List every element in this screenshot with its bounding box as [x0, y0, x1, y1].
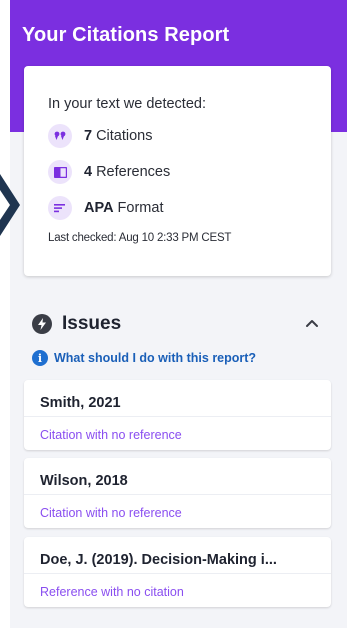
- stat-format: APA Format: [48, 196, 163, 220]
- chevron-up-icon[interactable]: [304, 316, 320, 330]
- lines-icon: [48, 196, 72, 220]
- stat-references: 4 References: [48, 160, 170, 184]
- citations-count: 7: [84, 128, 93, 144]
- issues-panel: Issues i What should I do with this repo…: [24, 292, 331, 620]
- collapse-arrow-icon[interactable]: [0, 168, 26, 242]
- issue-divider: [24, 573, 331, 574]
- format-name: APA: [84, 200, 114, 216]
- summary-intro: In your text we detected:: [48, 96, 206, 112]
- issues-title: Issues: [62, 313, 122, 334]
- issue-subtitle: Reference with no citation: [40, 585, 184, 599]
- report-title: Your Citations Report: [22, 24, 230, 46]
- issue-title: Smith, 2021: [40, 395, 121, 411]
- references-label: References: [96, 164, 171, 180]
- issue-title: Doe, J. (2019). Decision-Making i...: [40, 552, 277, 568]
- help-link-text[interactable]: What should I do with this report?: [54, 351, 256, 365]
- citations-label: Citations: [96, 128, 153, 144]
- info-icon: i: [32, 350, 48, 366]
- left-edge-strip: [0, 0, 10, 628]
- issue-subtitle: Citation with no reference: [40, 506, 182, 520]
- format-label: Format: [117, 200, 164, 216]
- book-icon: [48, 160, 72, 184]
- issue-subtitle: Citation with no reference: [40, 428, 182, 442]
- issue-divider: [24, 494, 331, 495]
- references-count: 4: [84, 164, 93, 180]
- summary-card: In your text we detected: 7 Citations 4 …: [24, 66, 331, 276]
- issue-title: Wilson, 2018: [40, 473, 128, 489]
- stat-citations: 7 Citations: [48, 124, 153, 148]
- issues-header: Issues: [32, 312, 121, 336]
- issue-card[interactable]: Doe, J. (2019). Decision-Making i... Ref…: [24, 537, 331, 607]
- bolt-icon: [32, 314, 52, 334]
- help-link[interactable]: i What should I do with this report?: [32, 348, 256, 368]
- last-checked-timestamp: Last checked: Aug 10 2:33 PM CEST: [48, 232, 232, 244]
- quote-icon: [48, 124, 72, 148]
- issue-card[interactable]: Smith, 2021 Citation with no reference: [24, 380, 331, 450]
- issue-card[interactable]: Wilson, 2018 Citation with no reference: [24, 458, 331, 528]
- issue-divider: [24, 416, 331, 417]
